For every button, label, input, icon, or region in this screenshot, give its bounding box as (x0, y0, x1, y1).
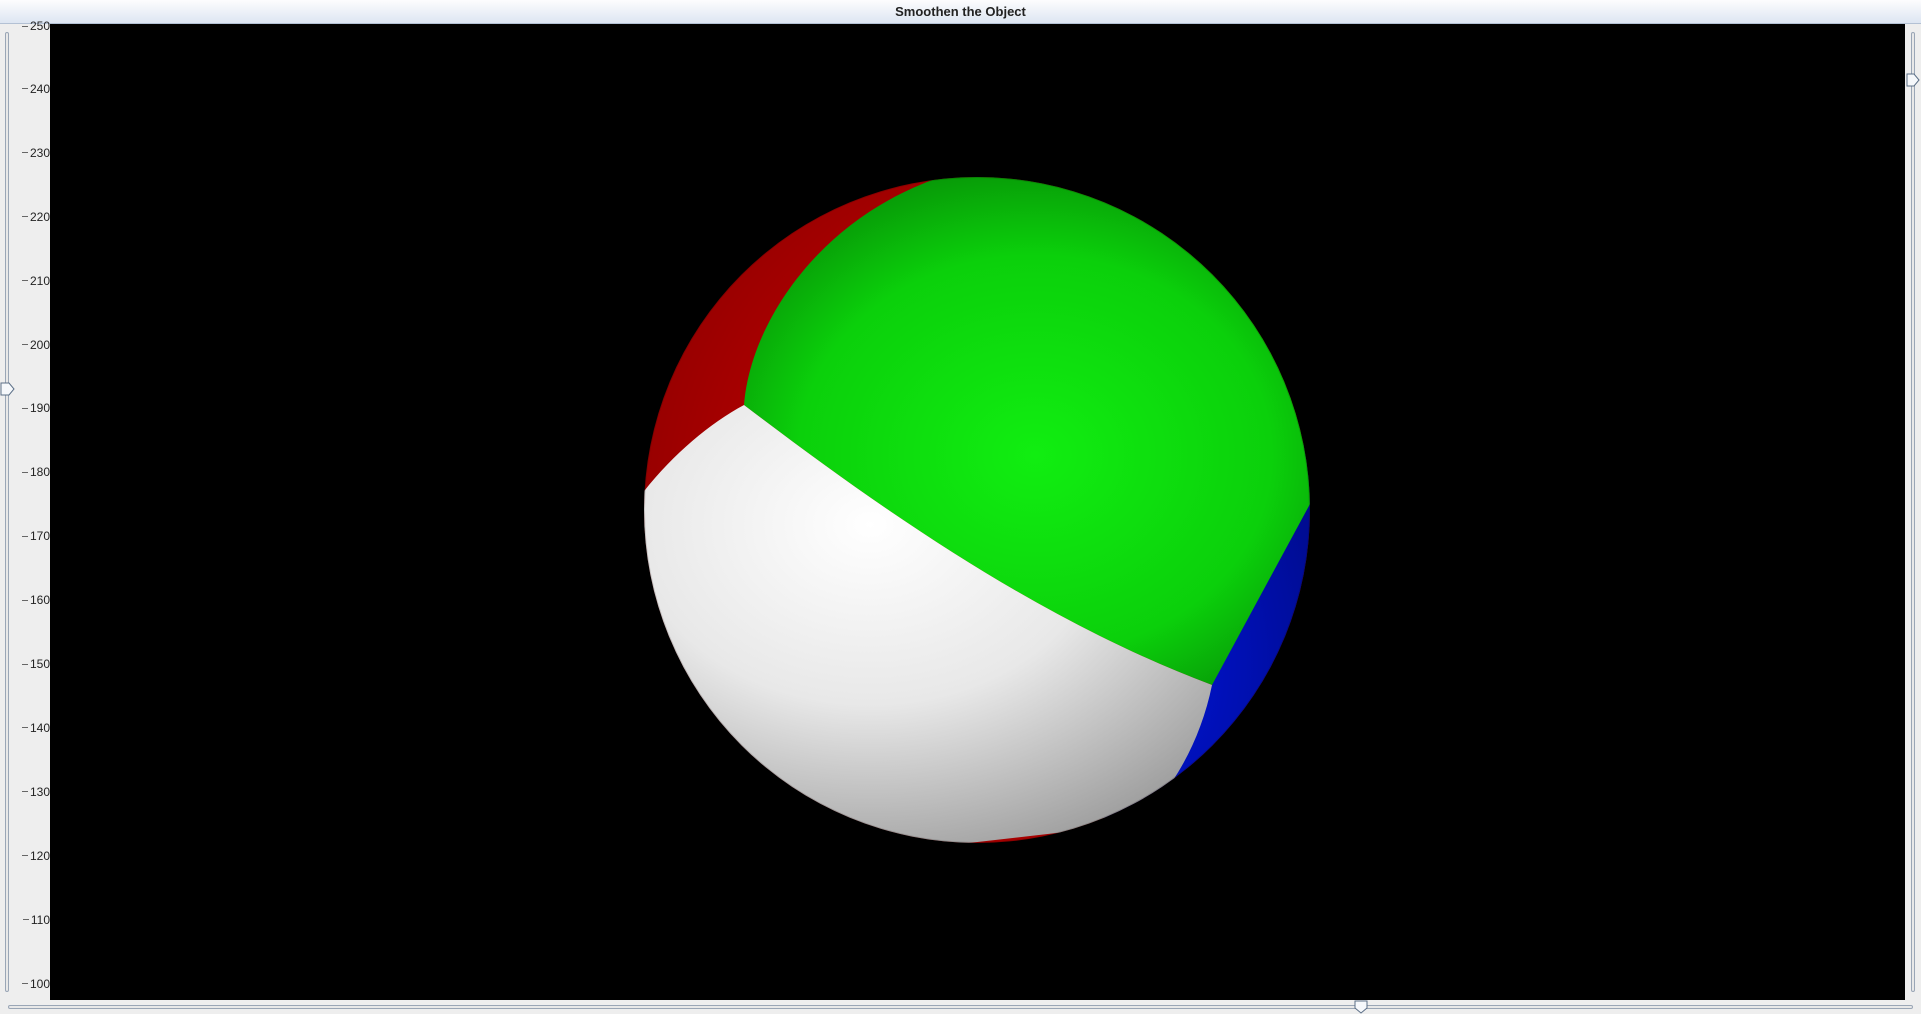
tick-label: 250 (29, 19, 50, 33)
app-window: Smoothen the Object 250 240 230 220 210 200 19… (0, 0, 1921, 1014)
left-slider-tick-label: 170 (21, 529, 50, 544)
3d-viewport[interactable] (50, 24, 1905, 1000)
tick-label: 210 (29, 273, 50, 288)
tick-label: 180 (29, 465, 50, 480)
tick-mark (21, 216, 28, 218)
title-bar: Smoothen the Object (0, 0, 1921, 24)
left-slider-thumb[interactable] (0, 382, 16, 396)
tick-mark (21, 471, 28, 473)
right-slider-track[interactable] (1911, 32, 1915, 992)
tick-label: 240 (29, 81, 50, 96)
tick-mark (21, 25, 28, 27)
left-slider-tick-label: 240 (21, 81, 50, 96)
left-vertical-slider[interactable]: 250 240 230 220 210 200 190 180 170 160 150 140 130 1… (0, 19, 50, 1000)
tick-mark (21, 855, 28, 857)
bottom-slider-track[interactable] (8, 1005, 1913, 1009)
left-slider-tick-label: 100 (21, 976, 50, 991)
left-slider-tick-label: 180 (21, 465, 50, 480)
bottom-slider-thumb[interactable] (1354, 1000, 1368, 1014)
tick-label: 140 (29, 720, 50, 735)
left-slider-tick-label: 210 (21, 273, 50, 288)
left-slider-tick-label: 140 (21, 720, 50, 735)
sphere-render (643, 176, 1311, 844)
tick-mark (21, 407, 28, 409)
tick-mark (21, 88, 28, 90)
tick-mark (21, 152, 28, 154)
tick-mark (21, 599, 28, 601)
left-slider-tick-label: 250 (21, 19, 50, 33)
tick-label: 160 (29, 593, 50, 608)
left-slider-tick-label: 160 (21, 593, 50, 608)
right-slider-thumb[interactable] (1906, 73, 1920, 87)
tick-label: 120 (29, 848, 50, 863)
left-slider-tick-label: 220 (21, 209, 50, 224)
tick-mark (21, 535, 28, 537)
tick-label: 130 (29, 784, 50, 799)
left-slider-tick-label: 110 (22, 912, 50, 927)
tick-mark (22, 919, 29, 921)
bottom-horizontal-slider[interactable] (0, 1000, 1921, 1014)
tick-label: 220 (29, 209, 50, 224)
tick-label: 230 (29, 145, 50, 160)
tick-mark (21, 280, 28, 282)
tick-mark (21, 344, 28, 345)
tick-mark (21, 663, 28, 665)
tick-mark (21, 791, 28, 793)
tick-mark (21, 727, 28, 729)
left-slider-track[interactable] (5, 32, 9, 992)
tick-label: 150 (29, 657, 50, 671)
left-slider-tick-label: 150 (21, 657, 50, 671)
left-slider-tick-label: 200 (21, 337, 50, 352)
tick-label: 110 (30, 912, 50, 927)
tick-mark (21, 983, 28, 984)
left-slider-tick-label: 120 (21, 848, 50, 863)
left-slider-tick-label: 230 (21, 145, 50, 160)
window-title: Smoothen the Object (895, 4, 1026, 19)
right-vertical-slider[interactable] (1905, 24, 1921, 1000)
tick-label: 100 (29, 976, 50, 991)
left-slider-tick-label: 190 (21, 401, 50, 416)
tick-label: 200 (29, 337, 50, 352)
tick-label: 170 (29, 529, 50, 544)
left-slider-tick-label: 130 (21, 784, 50, 799)
tick-label: 190 (29, 401, 50, 416)
